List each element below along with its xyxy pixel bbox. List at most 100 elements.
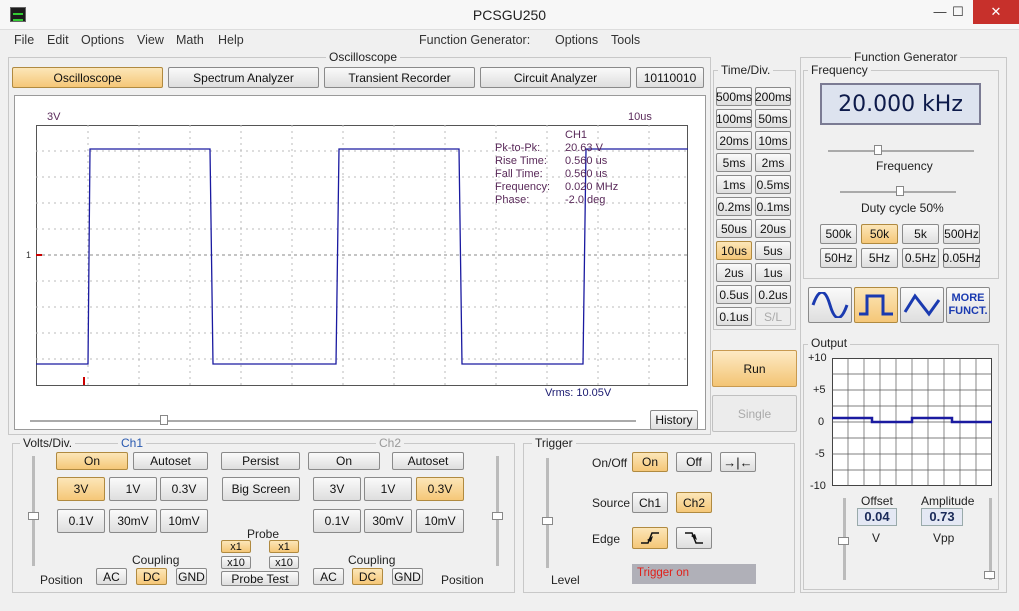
ch1-10mv-button[interactable]: 10mV xyxy=(160,509,208,533)
ch1-0.1v-button[interactable]: 0.1V xyxy=(57,509,105,533)
timediv-200ms-button[interactable]: 200ms xyxy=(755,87,791,106)
trigger-level-knob[interactable] xyxy=(542,517,553,525)
trigger-on-button[interactable]: On xyxy=(632,452,668,472)
ch2-3v-button[interactable]: 3V xyxy=(313,477,361,501)
ch2-gnd-button[interactable]: GND xyxy=(392,568,423,585)
ch1-position-slider[interactable] xyxy=(32,456,35,566)
persist-button[interactable]: Persist xyxy=(221,452,300,470)
timediv-2us-button[interactable]: 2us xyxy=(716,263,752,282)
ch2-probe-x10[interactable]: x10 xyxy=(269,556,299,569)
tab-circuit-analyzer[interactable]: Circuit Analyzer xyxy=(480,67,631,88)
ch2-0.3v-button[interactable]: 0.3V xyxy=(416,477,464,501)
ch1-on-button[interactable]: On xyxy=(56,452,128,470)
single-button[interactable]: Single xyxy=(712,395,797,432)
timediv-0.1us-button[interactable]: 0.1us xyxy=(716,307,752,326)
more-functions-button[interactable]: MORE FUNCT. xyxy=(946,287,990,323)
ch1-probe-x1[interactable]: x1 xyxy=(221,540,251,553)
history-button[interactable]: History xyxy=(650,410,698,430)
freq-range-5hz-button[interactable]: 5Hz xyxy=(861,248,898,268)
ch2-position-slider[interactable] xyxy=(496,456,499,566)
ch2-ac-button[interactable]: AC xyxy=(313,568,344,585)
tab-spectrum-analyzer[interactable]: Spectrum Analyzer xyxy=(168,67,319,88)
close-button[interactable]: ✕ xyxy=(973,0,1019,24)
ch2-on-button[interactable]: On xyxy=(308,452,380,470)
menu-edit[interactable]: Edit xyxy=(47,33,69,47)
trigger-off-button[interactable]: Off xyxy=(676,452,712,472)
timediv-50ms-button[interactable]: 50ms xyxy=(755,109,791,128)
trigger-level-slider[interactable] xyxy=(546,458,549,568)
trigger-rising-edge[interactable] xyxy=(632,527,668,549)
duty-knob[interactable] xyxy=(896,186,904,196)
timediv-50us-button[interactable]: 50us xyxy=(716,219,752,238)
timediv-2ms-button[interactable]: 2ms xyxy=(755,153,791,172)
probe-test-button[interactable]: Probe Test xyxy=(221,571,299,586)
run-button[interactable]: Run xyxy=(712,350,797,387)
ch1-0.3v-button[interactable]: 0.3V xyxy=(160,477,208,501)
timediv-10us-button[interactable]: 10us xyxy=(716,241,752,260)
menu-math[interactable]: Math xyxy=(176,33,204,47)
ch2-0.1v-button[interactable]: 0.1V xyxy=(313,509,361,533)
timediv-1us-button[interactable]: 1us xyxy=(755,263,791,282)
freq-range-5k-button[interactable]: 5k xyxy=(902,224,939,244)
timediv-500ms-button[interactable]: 500ms xyxy=(716,87,752,106)
freq-range-500k-button[interactable]: 500k xyxy=(820,224,857,244)
ch1-dc-button[interactable]: DC xyxy=(136,568,167,585)
menu-options[interactable]: Options xyxy=(81,33,124,47)
fg-menu-options[interactable]: Options xyxy=(555,33,598,47)
freq-range-500hz-button[interactable]: 500Hz xyxy=(943,224,980,244)
trigger-source-ch2[interactable]: Ch2 xyxy=(676,492,712,513)
ch1-1v-button[interactable]: 1V xyxy=(109,477,157,501)
sine-wave-button[interactable] xyxy=(808,287,852,323)
freq-range-0-5hz-button[interactable]: 0.5Hz xyxy=(902,248,939,268)
freq-range-50k-button[interactable]: 50k xyxy=(861,224,898,244)
timediv-10ms-button[interactable]: 10ms xyxy=(755,131,791,150)
menu-view[interactable]: View xyxy=(137,33,164,47)
ch1-3v-button[interactable]: 3V xyxy=(57,477,105,501)
timediv-20us-button[interactable]: 20us xyxy=(755,219,791,238)
amplitude-knob[interactable] xyxy=(984,571,995,579)
timediv-0.5ms-button[interactable]: 0.5ms xyxy=(755,175,791,194)
frequency-slider[interactable] xyxy=(828,150,974,152)
menu-help[interactable]: Help xyxy=(218,33,244,47)
ch1-gnd-button[interactable]: GND xyxy=(176,568,207,585)
ch1-30mv-button[interactable]: 30mV xyxy=(109,509,157,533)
freq-range-0-05hz-button[interactable]: 0.05Hz xyxy=(942,248,981,268)
ch2-probe-x1[interactable]: x1 xyxy=(269,540,299,553)
timediv-0.2ms-button[interactable]: 0.2ms xyxy=(716,197,752,216)
timediv-5us-button[interactable]: 5us xyxy=(755,241,791,260)
ch2-dc-button[interactable]: DC xyxy=(352,568,383,585)
amplitude-slider[interactable] xyxy=(989,498,992,580)
timediv-100ms-button[interactable]: 100ms xyxy=(716,109,752,128)
time-position-knob[interactable] xyxy=(160,415,168,425)
timediv-0.1ms-button[interactable]: 0.1ms xyxy=(755,197,791,216)
trigger-source-ch1[interactable]: Ch1 xyxy=(632,492,668,513)
big-screen-button[interactable]: Big Screen xyxy=(222,477,300,501)
menu-file[interactable]: File xyxy=(14,33,34,47)
ch1-autoset-button[interactable]: Autoset xyxy=(133,452,208,470)
freq-range-50hz-button[interactable]: 50Hz xyxy=(820,248,857,268)
tab-transient-recorder[interactable]: Transient Recorder xyxy=(324,67,475,88)
square-wave-button[interactable] xyxy=(854,287,898,323)
trigger-falling-edge[interactable] xyxy=(676,527,712,549)
ch2-autoset-button[interactable]: Autoset xyxy=(392,452,464,470)
maximize-button[interactable]: ☐ xyxy=(941,0,975,24)
tab-oscilloscope[interactable]: Oscilloscope xyxy=(12,67,163,88)
ch2-1v-button[interactable]: 1V xyxy=(364,477,412,501)
time-position-slider[interactable] xyxy=(30,420,636,422)
fg-menu-tools[interactable]: Tools xyxy=(611,33,640,47)
ch2-30mv-button[interactable]: 30mV xyxy=(364,509,412,533)
timediv-5ms-button[interactable]: 5ms xyxy=(716,153,752,172)
ch2-position-knob[interactable] xyxy=(492,512,503,520)
ch1-position-knob[interactable] xyxy=(28,512,39,520)
timediv-20ms-button[interactable]: 20ms xyxy=(716,131,752,150)
tab-logic[interactable]: 10110010 xyxy=(636,67,704,88)
ch1-probe-x10[interactable]: x10 xyxy=(221,556,251,569)
timediv-0.5us-button[interactable]: 0.5us xyxy=(716,285,752,304)
trigger-center-button[interactable]: →|← xyxy=(720,452,756,472)
timediv-sl-button[interactable]: S/L xyxy=(755,307,791,326)
timediv-1ms-button[interactable]: 1ms xyxy=(716,175,752,194)
timediv-0.2us-button[interactable]: 0.2us xyxy=(755,285,791,304)
triangle-wave-button[interactable] xyxy=(900,287,944,323)
ch1-ac-button[interactable]: AC xyxy=(96,568,127,585)
offset-knob[interactable] xyxy=(838,537,849,545)
